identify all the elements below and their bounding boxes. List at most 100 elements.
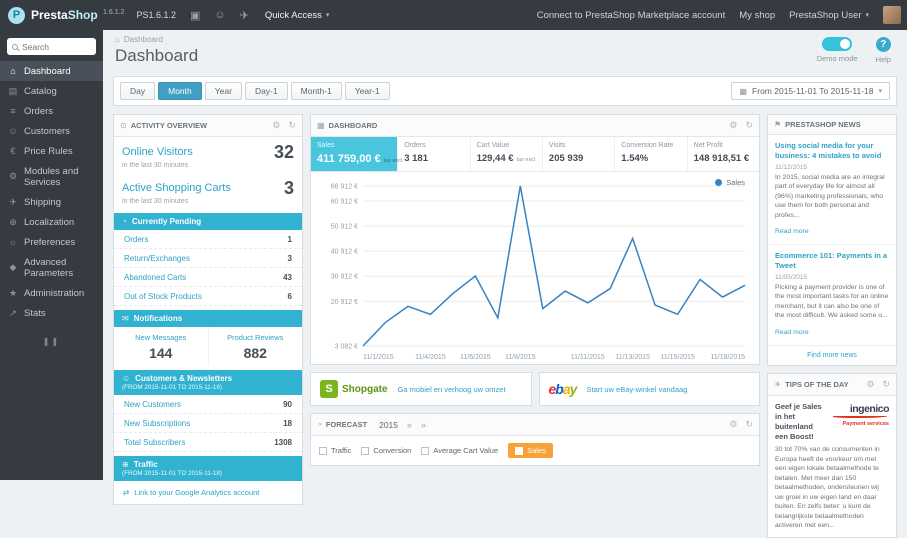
forecast-legend-traffic[interactable]: Traffic <box>319 446 351 455</box>
new-customers-link[interactable]: New Customers <box>124 400 181 409</box>
filter-year-button[interactable]: Year <box>205 82 242 100</box>
filter-month-1-button[interactable]: Month-1 <box>291 82 342 100</box>
my-shop-link[interactable]: My shop <box>739 10 775 21</box>
avatar[interactable] <box>883 6 901 24</box>
sidebar-collapse-icon[interactable]: ❚❚ <box>0 337 103 346</box>
google-analytics-link[interactable]: ⇄ Link to your Google Analytics account <box>114 481 302 504</box>
filter-year-1-button[interactable]: Year-1 <box>345 82 390 100</box>
head-controls: Demo mode ? Help <box>817 37 891 64</box>
sidebar-item-modules[interactable]: ⚙Modules and Services <box>0 161 103 192</box>
kpi-cart-value[interactable]: Cart Value 129,44 €tax excl. <box>471 137 543 171</box>
sidebar-item-label: Administration <box>24 288 84 299</box>
marketplace-link[interactable]: Connect to PrestaShop Marketplace accoun… <box>537 10 726 21</box>
chevron-down-icon: ▾ <box>878 87 882 95</box>
svg-text:60 912 €: 60 912 € <box>331 199 358 206</box>
sidebar-item-advanced-parameters[interactable]: ◆Advanced Parameters <box>0 252 103 283</box>
sidebar-item-price-rules[interactable]: €Price Rules <box>0 141 103 161</box>
news-item-body: In 2015, social media are an integral pa… <box>775 173 889 221</box>
kpi-net-profit[interactable]: Net Profit 148 918,51 € <box>688 137 759 171</box>
sidebar-item-dashboard[interactable]: ⌂Dashboard <box>0 61 103 81</box>
ingenico-logo: ingenico Payment services <box>831 402 889 429</box>
active-carts-link[interactable]: Active Shopping Carts <box>122 182 231 194</box>
pending-orders-link[interactable]: Orders <box>124 235 148 244</box>
gear-icon[interactable]: ⚙ <box>729 419 737 430</box>
demo-mode-toggle[interactable] <box>822 37 852 51</box>
gear-icon[interactable]: ⚙ <box>729 120 737 131</box>
total-subscribers-link[interactable]: Total Subscribers <box>124 438 185 447</box>
checkbox-icon[interactable] <box>515 447 523 455</box>
sidebar-item-administration[interactable]: ★Administration <box>0 283 103 303</box>
find-more-news-link[interactable]: Find more news <box>768 346 896 365</box>
previous-icon[interactable]: « <box>407 420 412 430</box>
news-panel-title: PRESTASHOP NEWS <box>785 120 861 129</box>
checkbox-icon[interactable] <box>319 447 327 455</box>
forecast-year[interactable]: 2015 <box>379 420 398 430</box>
new-messages-link[interactable]: New Messages <box>118 333 204 342</box>
online-visitors-link[interactable]: Online Visitors <box>122 146 193 158</box>
total-subscribers-row: Total Subscribers1308 <box>114 433 302 452</box>
sidebar-item-preferences[interactable]: ☼Preferences <box>0 232 103 252</box>
sidebar-item-catalog[interactable]: ▤Catalog <box>0 81 103 101</box>
kpi-conversion-rate[interactable]: Conversion Rate 1.54% <box>615 137 687 171</box>
refresh-icon[interactable]: ↻ <box>882 379 890 390</box>
sidebar-item-customers[interactable]: ☺Customers <box>0 121 103 141</box>
trend-icon: ◔ <box>317 420 322 429</box>
filter-day-button[interactable]: Day <box>120 82 155 100</box>
kpi-orders[interactable]: Orders 3 181 <box>398 137 470 171</box>
shopgate-promo-link[interactable]: Ga mobiel en verhoog uw omzet <box>398 385 506 394</box>
shopgate-logo: S Shopgate <box>320 380 388 398</box>
product-reviews-link[interactable]: Product Reviews <box>213 333 299 342</box>
gear-icon[interactable]: ⚙ <box>272 120 280 131</box>
date-range-picker[interactable]: ▦ From 2015-11-01 To 2015-11-18 ▾ <box>731 82 890 100</box>
product-reviews-value: 882 <box>213 345 299 361</box>
search-input[interactable] <box>22 42 91 52</box>
sidebar-item-shipping[interactable]: ✈Shipping <box>0 192 103 212</box>
filter-month-button[interactable]: Month <box>158 82 202 100</box>
employee-icon[interactable]: ☺ <box>214 9 225 21</box>
forecast-legend-sales-label: Sales <box>527 446 546 455</box>
new-subscriptions-link[interactable]: New Subscriptions <box>124 419 190 428</box>
page-head: ⌂ Dashboard Dashboard Demo mode ? Help <box>103 30 907 66</box>
chart-legend-label: Sales <box>726 178 745 187</box>
online-visitors-row: Online Visitors 32 <box>114 137 302 161</box>
refresh-icon[interactable]: ↻ <box>745 120 753 131</box>
help-icon[interactable]: ? <box>876 37 891 52</box>
quick-access-label: Quick Access <box>265 10 322 21</box>
filter-day-1-button[interactable]: Day-1 <box>245 82 288 100</box>
breadcrumb-label: Dashboard <box>124 35 163 44</box>
online-visitors-value: 32 <box>274 143 294 161</box>
read-more-link[interactable]: Read more <box>775 329 809 336</box>
kpi-sales-label: Sales <box>317 142 391 149</box>
read-more-link[interactable]: Read more <box>775 228 809 235</box>
sidebar-item-stats[interactable]: ↗Stats <box>0 303 103 323</box>
forecast-panel: ◔ FORECAST 2015 « » ⚙ ↻ Traffic Conversi… <box>310 413 760 466</box>
sidebar-search[interactable] <box>7 38 96 55</box>
currently-pending-title: Currently Pending <box>132 217 201 226</box>
ebay-promo-link[interactable]: Start uw eBay-winkel vandaag <box>586 385 687 394</box>
plane-icon[interactable]: ✈ <box>240 9 249 22</box>
next-icon[interactable]: » <box>421 420 426 430</box>
ps-version-label: PS1.6.1.2 <box>136 10 176 20</box>
kpi-sales[interactable]: Sales 411 759,00 €tax excl. <box>311 137 398 171</box>
gear-icon[interactable]: ⚙ <box>866 379 874 390</box>
quick-access-menu[interactable]: Quick Access ▾ <box>265 10 330 21</box>
news-item-title-link[interactable]: Ecommerce 101: Payments in a Tweet <box>775 251 889 271</box>
forecast-legend-sales[interactable]: Sales <box>508 443 553 458</box>
kpi-visits[interactable]: Visits 205 939 <box>543 137 615 171</box>
forecast-legend-conversion[interactable]: Conversion <box>361 446 411 455</box>
refresh-icon[interactable]: ↻ <box>288 120 296 131</box>
user-menu[interactable]: PrestaShop User ▾ <box>789 10 869 21</box>
abandoned-carts-link[interactable]: Abandoned Carts <box>124 273 186 282</box>
checkbox-icon[interactable] <box>361 447 369 455</box>
out-of-stock-link[interactable]: Out of Stock Products <box>124 292 202 301</box>
chart-legend[interactable]: Sales <box>715 178 745 187</box>
checkbox-icon[interactable] <box>421 447 429 455</box>
news-item-title-link[interactable]: Using social media for your business: 4 … <box>775 141 889 161</box>
refresh-icon[interactable]: ↻ <box>745 419 753 430</box>
forecast-legend-average-cart-value[interactable]: Average Cart Value <box>421 446 498 455</box>
sidebar-item-localization[interactable]: ⊕Localization <box>0 212 103 232</box>
pending-returns-link[interactable]: Return/Exchanges <box>124 254 190 263</box>
sidebar-item-orders[interactable]: ≡Orders <box>0 101 103 121</box>
cart-icon[interactable]: ▣ <box>190 9 200 22</box>
customers-newsletters-title: Customers & Newsletters <box>135 374 232 383</box>
